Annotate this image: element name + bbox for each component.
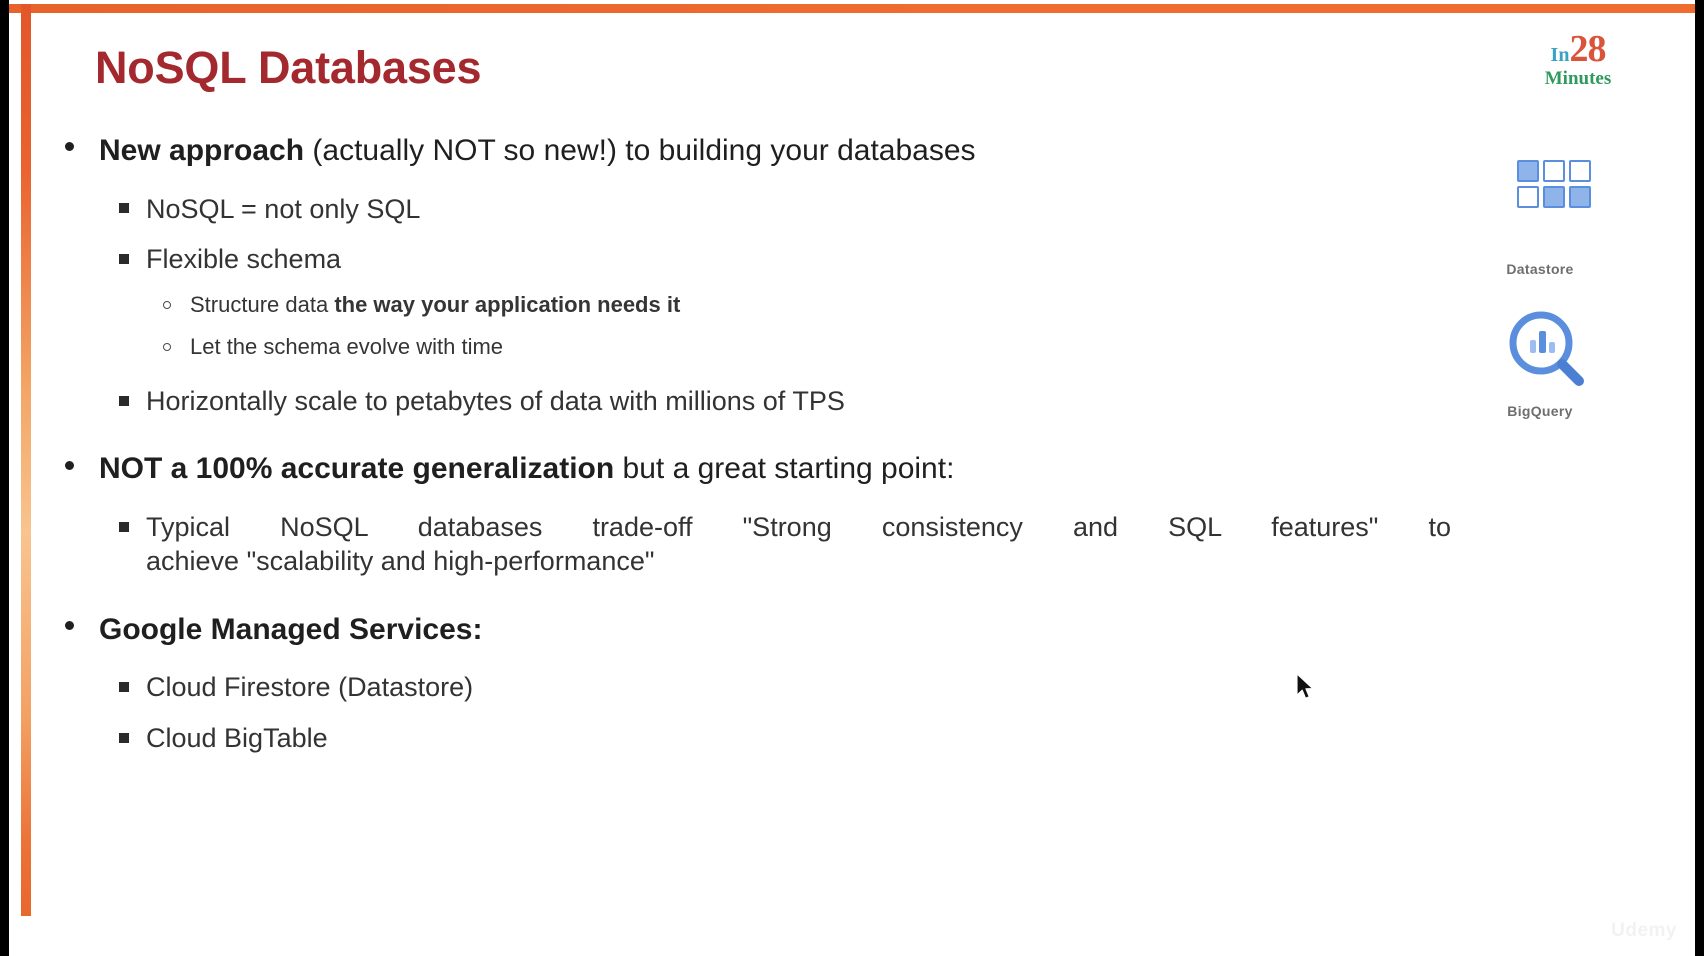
bullet-structure-data-normal: Structure data	[190, 291, 335, 317]
bullet-cloud-bigtable: Cloud BigTable	[53, 721, 1473, 756]
bullet-structure-data: Structure data the way your application …	[53, 291, 1473, 320]
slide-top-accent-rule	[9, 4, 1695, 13]
bullet-tradeoff-paragraph: Typical NoSQL databases trade-off "Stron…	[53, 510, 1473, 579]
logo-number-text: 28	[1569, 28, 1606, 70]
video-frame: NoSQL Databases New approach (actually N…	[0, 0, 1704, 956]
logo-in-text: In	[1550, 44, 1570, 66]
bullet-dot-icon	[65, 460, 74, 470]
bullet-dot-icon	[65, 142, 74, 152]
bullet-nosql-definition-text: NoSQL = not only SQL	[146, 193, 421, 224]
bullet-horizontal-scale-text: Horizontally scale to petabytes of data …	[146, 385, 845, 416]
datastore-icon-cell	[1543, 186, 1565, 208]
bullet-not-accurate-bold: NOT a 100% accurate generalization	[99, 452, 615, 486]
bullet-structure-data-bold: the way your application needs it	[334, 291, 681, 317]
logo-row-top: In28	[1551, 30, 1607, 68]
bullet-square-icon	[119, 253, 129, 264]
bullet-not-accurate-rest: but a great starting point:	[614, 452, 955, 486]
bullet-square-icon	[119, 395, 129, 406]
in28minutes-logo: In28 Minutes	[1513, 30, 1643, 88]
bullet-square-icon	[119, 203, 129, 214]
bullet-square-icon	[119, 682, 129, 693]
bullet-new-approach-rest: (actually NOT so new!) to building your …	[304, 134, 976, 167]
datastore-icon-cell	[1569, 186, 1591, 208]
bullet-square-icon	[119, 732, 129, 743]
bullet-cloud-firestore-text: Cloud Firestore (Datastore)	[146, 672, 474, 703]
bullet-horizontal-scale: Horizontally scale to petabytes of data …	[53, 384, 1473, 419]
datastore-icon-cell	[1543, 160, 1565, 182]
slide-surface: NoSQL Databases New approach (actually N…	[9, 0, 1695, 956]
datastore-icon-cell	[1517, 160, 1539, 182]
bullet-not-accurate-generalization: NOT a 100% accurate generalization but a…	[53, 450, 1473, 488]
bullet-schema-evolve-text: Let the schema evolve with time	[190, 334, 504, 360]
datastore-label: Datastore	[1506, 261, 1574, 277]
bullet-google-managed-services-text: Google Managed Services:	[99, 612, 483, 646]
slide-right-rail: In28 Minutes Datastore BigQuery	[1465, 0, 1695, 956]
bullet-nosql-definition: NoSQL = not only SQL	[53, 192, 1473, 227]
bullet-circle-icon	[163, 343, 171, 352]
bullet-tradeoff-line-2: achieve "scalability and high-performanc…	[146, 546, 655, 577]
bullet-dot-icon	[65, 621, 74, 631]
bigquery-icon	[1505, 307, 1591, 393]
letterbox-right-bar	[1695, 0, 1704, 956]
bullet-square-icon	[119, 521, 129, 532]
datastore-icon-cell	[1517, 186, 1539, 208]
bigquery-label: BigQuery	[1507, 403, 1573, 419]
bullet-google-managed-services: Google Managed Services:	[53, 611, 1473, 649]
letterbox-left-bar	[0, 0, 9, 956]
datastore-icon	[1517, 160, 1591, 208]
slide-left-accent-rule	[21, 4, 31, 916]
bullet-flexible-schema: Flexible schema	[53, 242, 1473, 277]
udemy-watermark: Udemy	[1611, 920, 1677, 941]
bullet-new-approach-bold: New approach	[99, 134, 305, 167]
page-title: NoSQL Databases	[95, 42, 482, 93]
logo-minutes-text: Minutes	[1544, 68, 1612, 89]
bullet-tradeoff-line-1: Typical NoSQL databases trade-off "Stron…	[146, 511, 1451, 542]
bullet-circle-icon	[163, 300, 171, 309]
datastore-icon-cell	[1569, 160, 1591, 182]
bullet-cloud-bigtable-text: Cloud BigTable	[146, 722, 328, 753]
slide-body: New approach (actually NOT so new!) to b…	[53, 132, 1473, 756]
bullet-cloud-firestore: Cloud Firestore (Datastore)	[53, 670, 1473, 705]
bullet-new-approach: New approach (actually NOT so new!) to b…	[53, 132, 1473, 170]
bullet-schema-evolve: Let the schema evolve with time	[53, 333, 1473, 362]
bullet-flexible-schema-text: Flexible schema	[146, 244, 342, 275]
